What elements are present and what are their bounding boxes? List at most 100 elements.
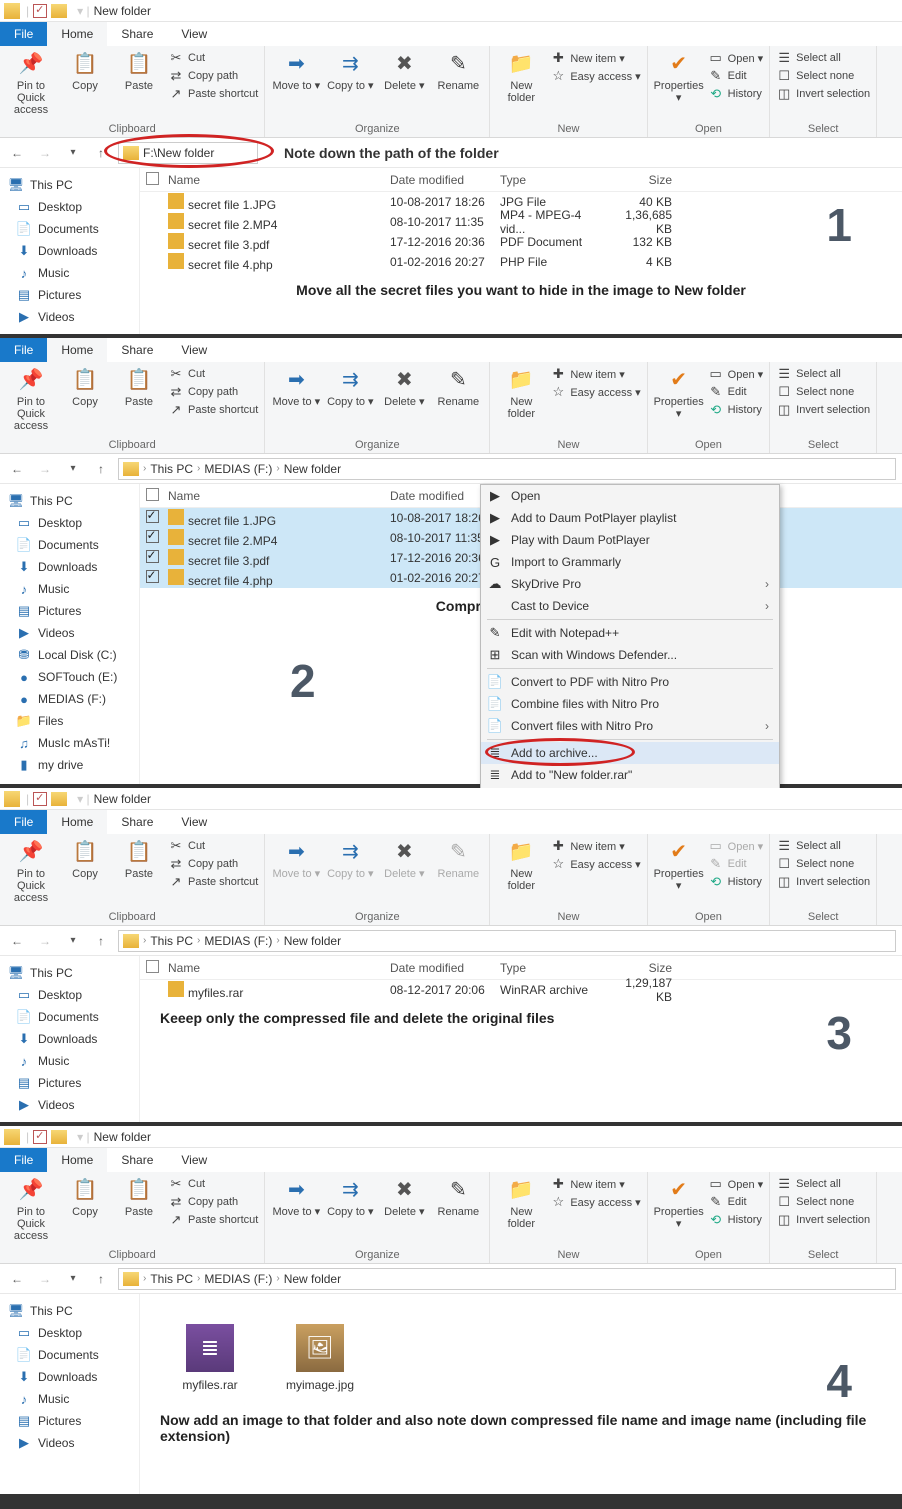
sidebar-item[interactable]: ⛃Local Disk (C:) bbox=[0, 644, 139, 666]
paste-shortcut-button[interactable]: ↗Paste shortcut bbox=[168, 1212, 258, 1228]
sidebar-item[interactable]: ▤Pictures bbox=[0, 284, 139, 306]
tab-home[interactable]: Home bbox=[47, 1148, 107, 1172]
context-menu-item[interactable]: 📄Combine files with Nitro Pro bbox=[481, 693, 779, 715]
copy-to-button[interactable]: ⇉Copy to ▾ bbox=[325, 1176, 375, 1218]
tab-share[interactable]: Share bbox=[107, 1148, 167, 1172]
sidebar-item[interactable]: ▶Videos bbox=[0, 1432, 139, 1454]
tab-file[interactable]: File bbox=[0, 22, 47, 46]
edit-button[interactable]: ✎Edit bbox=[708, 68, 764, 84]
select-none-button[interactable]: ☐Select none bbox=[776, 1194, 870, 1210]
sidebar-item[interactable]: ♪Music bbox=[0, 578, 139, 600]
rename-button[interactable]: ✎Rename bbox=[433, 50, 483, 92]
select-all-button[interactable]: ☰Select all bbox=[776, 1176, 870, 1192]
new-item-button[interactable]: ✚New item ▾ bbox=[550, 1176, 640, 1192]
tab-view[interactable]: View bbox=[167, 810, 221, 834]
select-none-button[interactable]: ☐Select none bbox=[776, 856, 870, 872]
properties-button[interactable]: ✔Properties ▾ bbox=[654, 50, 704, 104]
sidebar-item[interactable]: ▭Desktop bbox=[0, 196, 139, 218]
sidebar-item[interactable]: ●MEDIAS (F:) bbox=[0, 688, 139, 710]
pin-button[interactable]: 📌Pin to Quick access bbox=[6, 1176, 56, 1242]
select-all-checkbox[interactable] bbox=[146, 960, 159, 973]
col-name[interactable]: Name bbox=[164, 961, 390, 975]
invert-selection-button[interactable]: ◫Invert selection bbox=[776, 402, 870, 418]
sidebar-item[interactable]: ▤Pictures bbox=[0, 1410, 139, 1432]
context-menu-item[interactable]: ☁SkyDrive Pro› bbox=[481, 573, 779, 595]
up-button[interactable]: ↑ bbox=[90, 458, 112, 480]
easy-access-button[interactable]: ☆Easy access ▾ bbox=[550, 1194, 640, 1210]
pin-button[interactable]: 📌Pin to Quick access bbox=[6, 838, 56, 904]
forward-button[interactable]: → bbox=[34, 142, 56, 164]
context-menu-item[interactable]: ≣Add to "New folder.rar" bbox=[481, 764, 779, 786]
cut-button[interactable]: ✂Cut bbox=[168, 1176, 258, 1192]
history-button[interactable]: ⟲History bbox=[708, 86, 764, 102]
forward-button[interactable]: → bbox=[34, 930, 56, 952]
paste-shortcut-button[interactable]: ↗Paste shortcut bbox=[168, 86, 258, 102]
copy-path-button[interactable]: ⇄Copy path bbox=[168, 1194, 258, 1210]
col-date[interactable]: Date modified bbox=[390, 961, 500, 975]
sidebar-item[interactable]: ♫MusIc mAsTi! bbox=[0, 732, 139, 754]
tab-home[interactable]: Home bbox=[47, 22, 107, 46]
context-menu-item[interactable]: ▶Open bbox=[481, 485, 779, 507]
context-menu-item[interactable]: 📄Convert to PDF with Nitro Pro bbox=[481, 671, 779, 693]
edit-button[interactable]: ✎Edit bbox=[708, 856, 764, 872]
context-menu-item[interactable]: Cast to Device› bbox=[481, 595, 779, 617]
sidebar-item[interactable]: ⬇Downloads bbox=[0, 556, 139, 578]
tab-file[interactable]: File bbox=[0, 1148, 47, 1172]
up-button[interactable]: ↑ bbox=[90, 930, 112, 952]
edit-button[interactable]: ✎Edit bbox=[708, 384, 764, 400]
copy-path-button[interactable]: ⇄Copy path bbox=[168, 856, 258, 872]
sidebar-item[interactable]: 📄Documents bbox=[0, 1344, 139, 1366]
cut-button[interactable]: ✂Cut bbox=[168, 366, 258, 382]
col-date[interactable]: Date modified bbox=[390, 173, 500, 187]
tab-file[interactable]: File bbox=[0, 810, 47, 834]
open-button[interactable]: ▭Open ▾ bbox=[708, 1176, 764, 1192]
col-size[interactable]: Size bbox=[610, 173, 680, 187]
delete-button[interactable]: ✖Delete ▾ bbox=[379, 1176, 429, 1218]
sidebar-item[interactable]: ▮my drive bbox=[0, 754, 139, 776]
copy-button[interactable]: 📋Copy bbox=[60, 50, 110, 92]
invert-selection-button[interactable]: ◫Invert selection bbox=[776, 86, 870, 102]
sidebar-item[interactable]: 🖥This PC bbox=[0, 490, 139, 512]
up-button[interactable]: ↑ bbox=[90, 142, 112, 164]
tab-home[interactable]: Home bbox=[47, 810, 107, 834]
paste-button[interactable]: 📋Paste bbox=[114, 366, 164, 408]
sidebar-item[interactable]: 📄Documents bbox=[0, 218, 139, 240]
sidebar-item[interactable]: ▤Pictures bbox=[0, 600, 139, 622]
rename-button[interactable]: ✎Rename bbox=[433, 366, 483, 408]
copy-button[interactable]: 📋Copy bbox=[60, 838, 110, 880]
properties-button[interactable]: ✔Properties ▾ bbox=[654, 838, 704, 892]
sidebar-item[interactable]: 📄Documents bbox=[0, 534, 139, 556]
recent-dropdown[interactable]: ▾ bbox=[62, 142, 84, 164]
move-to-button[interactable]: ➡Move to ▾ bbox=[271, 838, 321, 880]
row-checkbox[interactable] bbox=[146, 530, 159, 543]
sidebar-item[interactable]: ●SOFTouch (E:) bbox=[0, 666, 139, 688]
col-type[interactable]: Type bbox=[500, 173, 610, 187]
tab-share[interactable]: Share bbox=[107, 22, 167, 46]
select-all-button[interactable]: ☰Select all bbox=[776, 366, 870, 382]
delete-button[interactable]: ✖Delete ▾ bbox=[379, 838, 429, 880]
rename-button[interactable]: ✎Rename bbox=[433, 838, 483, 880]
paste-button[interactable]: 📋Paste bbox=[114, 838, 164, 880]
copy-to-button[interactable]: ⇉Copy to ▾ bbox=[325, 366, 375, 408]
back-button[interactable]: ← bbox=[6, 458, 28, 480]
context-menu-item[interactable]: 📄Convert files with Nitro Pro› bbox=[481, 715, 779, 737]
copy-button[interactable]: 📋Copy bbox=[60, 366, 110, 408]
delete-button[interactable]: ✖Delete ▾ bbox=[379, 366, 429, 408]
context-menu-item[interactable]: ▶Add to Daum PotPlayer playlist bbox=[481, 507, 779, 529]
breadcrumb-segment[interactable]: MEDIAS (F:) bbox=[204, 1272, 272, 1286]
sidebar-item[interactable]: ▶Videos bbox=[0, 622, 139, 644]
sidebar-item[interactable]: ▶Videos bbox=[0, 306, 139, 328]
tab-view[interactable]: View bbox=[167, 1148, 221, 1172]
select-all-button[interactable]: ☰Select all bbox=[776, 50, 870, 66]
select-all-checkbox[interactable] bbox=[146, 172, 159, 185]
copy-to-button[interactable]: ⇉Copy to ▾ bbox=[325, 838, 375, 880]
sidebar-item[interactable]: ▤Pictures bbox=[0, 1072, 139, 1094]
breadcrumb[interactable]: ›This PC›MEDIAS (F:)›New folder bbox=[118, 1268, 896, 1290]
open-button[interactable]: ▭Open ▾ bbox=[708, 50, 764, 66]
forward-button[interactable]: → bbox=[34, 1268, 56, 1290]
forward-button[interactable]: → bbox=[34, 458, 56, 480]
tab-view[interactable]: View bbox=[167, 338, 221, 362]
breadcrumb-segment[interactable]: New folder bbox=[284, 934, 341, 948]
sidebar-item[interactable]: ▭Desktop bbox=[0, 512, 139, 534]
large-icon-item[interactable]: ≣myfiles.rar bbox=[170, 1324, 250, 1392]
